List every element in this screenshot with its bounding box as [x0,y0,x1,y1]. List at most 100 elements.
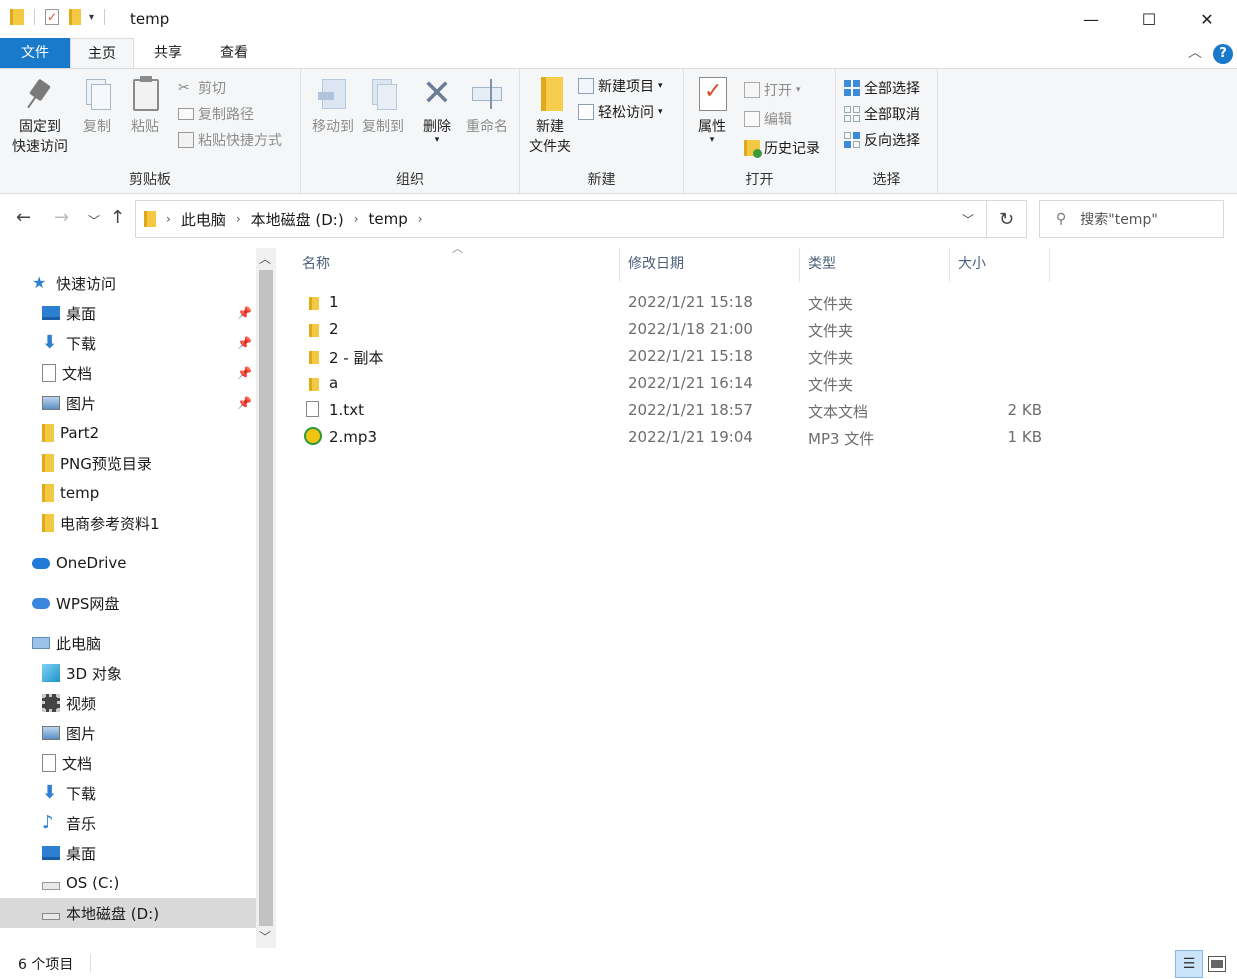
nav-temp[interactable]: temp [0,478,256,508]
chevron-right-icon[interactable]: › [166,212,171,226]
nav-part2[interactable]: Part2 [0,418,256,448]
tab-file[interactable]: 文件 [0,38,70,68]
new-folder-quick-icon[interactable] [69,9,81,25]
column-date-modified[interactable]: 修改日期 [620,248,800,282]
edit-icon [744,111,760,127]
maximize-button[interactable]: ☐ [1120,0,1178,38]
folder-icon [42,454,54,472]
nav-wps-drive[interactable]: WPS网盘 [0,588,256,618]
nav-pane-scrollbar[interactable]: ︿ ﹀ [256,248,276,948]
close-button[interactable]: ✕ [1178,0,1236,38]
breadcrumb-this-pc[interactable]: 此电脑 [181,209,226,230]
chevron-right-icon[interactable]: › [236,212,241,226]
nav-videos[interactable]: 视频 [0,688,256,718]
nav-png-preview[interactable]: PNG预览目录 [0,448,256,478]
column-size[interactable]: 大小 [950,248,1050,282]
select-all-icon [844,80,860,96]
select-none-button[interactable]: 全部取消 [844,103,920,125]
nav-3d-objects[interactable]: 3D 对象 [0,658,256,688]
nav-onedrive[interactable]: OneDrive [0,548,256,578]
column-type[interactable]: 类型 [800,248,950,282]
easy-access-button[interactable]: 轻松访问 ▾ [578,101,663,123]
large-icons-view-icon[interactable] [1208,956,1226,972]
pin-quick-access-button[interactable]: 固定到 快速访问 [8,75,72,157]
paste-button[interactable]: 粘贴 [124,75,166,137]
customize-toolbar-icon[interactable]: ▾ [89,12,94,23]
file-row[interactable]: 1 2022/1/21 15:18 文件夹 [294,289,1054,316]
nav-pictures[interactable]: 图片 📌 [0,388,256,418]
breadcrumb-temp[interactable]: temp [369,210,408,228]
search-input[interactable]: 搜索"temp" [1080,209,1158,229]
move-to-button[interactable]: 移动到 [305,75,361,137]
invert-selection-button[interactable]: 反向选择 [844,129,920,151]
chevron-right-icon[interactable]: › [354,212,359,226]
file-row[interactable]: 2 2022/1/18 21:00 文件夹 [294,316,1054,343]
tab-view[interactable]: 查看 [202,38,266,68]
nav-item-label: 快速访问 [56,274,117,293]
details-view-icon[interactable]: ☰ [1175,950,1203,978]
paste-shortcut-button[interactable]: 粘贴快捷方式 [178,129,282,151]
file-row[interactable]: 2 - 副本 2022/1/21 15:18 文件夹 [294,343,1054,370]
forward-arrow-icon[interactable]: → [54,207,69,228]
file-row[interactable]: 1.txt 2022/1/21 18:57 文本文档 2 KB [294,397,1054,424]
collapse-ribbon-icon[interactable]: ︿ [1188,42,1202,62]
copy-path-button[interactable]: 复制路径 [178,103,254,125]
history-button[interactable]: 历史记录 [744,137,820,159]
cut-button[interactable]: ✂ 剪切 [178,77,226,99]
nav-pc-downloads[interactable]: ⬇ 下载 [0,778,256,808]
up-arrow-icon[interactable]: ↑ [110,207,125,228]
edit-button[interactable]: 编辑 [744,108,792,130]
new-item-button[interactable]: 新建项目 ▾ [578,75,663,97]
nav-this-pc[interactable]: 此电脑 [0,628,256,658]
search-icon: ⚲ [1056,211,1067,227]
recent-locations-icon[interactable]: ﹀ [88,212,100,229]
copy-to-button[interactable]: 复制到 [355,75,411,137]
open-button[interactable]: 打开 ▾ [744,79,801,101]
nav-pc-pictures[interactable]: 图片 [0,718,256,748]
nav-downloads[interactable]: ⬇ 下载 📌 [0,328,256,358]
minimize-button[interactable]: — [1062,0,1120,38]
scrollbar-thumb[interactable] [259,270,273,926]
nav-quick-access[interactable]: ★ 快速访问 [0,268,256,298]
window-title: temp [130,10,170,28]
tab-home[interactable]: 主页 [70,38,134,70]
search-box[interactable]: ⚲ 搜索"temp" [1039,200,1224,238]
column-name[interactable]: 名称 [294,248,620,282]
new-folder-icon [533,75,567,113]
refresh-icon[interactable]: ↻ [987,200,1027,238]
nav-ecommerce-ref[interactable]: 电商参考资料1 [0,508,256,538]
new-folder-button[interactable]: 新建 文件夹 [524,75,576,157]
properties-dropdown-icon[interactable]: ▾ [690,136,734,145]
nav-item-label: 3D 对象 [66,664,122,683]
delete-dropdown-icon[interactable]: ▾ [415,136,459,145]
help-icon[interactable]: ? [1213,44,1233,64]
scroll-down-icon[interactable]: ﹀ [259,928,271,945]
properties-button[interactable]: ✓ 属性 ▾ [690,75,734,145]
copy-button[interactable]: 复制 [76,75,118,137]
nav-pc-desktop[interactable]: 桌面 [0,838,256,868]
nav-documents[interactable]: 文档 📌 [0,358,256,388]
properties-icon: ✓ [695,75,729,113]
address-dropdown-icon[interactable]: ﹀ [962,211,974,228]
scroll-up-icon[interactable]: ︿ [259,250,271,267]
file-row[interactable]: 2.mp3 2022/1/21 19:04 MP3 文件 1 KB [294,424,1054,451]
nav-c-drive[interactable]: OS (C:) [0,868,256,898]
nav-d-drive[interactable]: 本地磁盘 (D:) [0,898,256,928]
folder-icon [306,293,322,310]
properties-quick-icon[interactable]: ✓ [45,9,59,25]
delete-button[interactable]: ✕ 删除 ▾ [415,75,459,145]
tab-share[interactable]: 共享 [136,38,200,68]
address-bar[interactable]: › 此电脑 › 本地磁盘 (D:) › temp › ﹀ [135,200,987,238]
nav-desktop[interactable]: 桌面 📌 [0,298,256,328]
cloud-icon [32,557,50,569]
nav-music[interactable]: ♪ 音乐 [0,808,256,838]
download-arrow-icon: ⬇ [42,782,58,803]
chevron-right-icon[interactable]: › [418,212,423,226]
nav-pc-documents[interactable]: 文档 [0,748,256,778]
open-label: 打开 [764,83,792,99]
back-arrow-icon[interactable]: ← [16,207,31,228]
file-row[interactable]: a 2022/1/21 16:14 文件夹 [294,370,1054,397]
select-all-button[interactable]: 全部选择 [844,77,920,99]
breadcrumb-d-drive[interactable]: 本地磁盘 (D:) [251,209,344,230]
rename-button[interactable]: 重命名 [461,75,513,137]
